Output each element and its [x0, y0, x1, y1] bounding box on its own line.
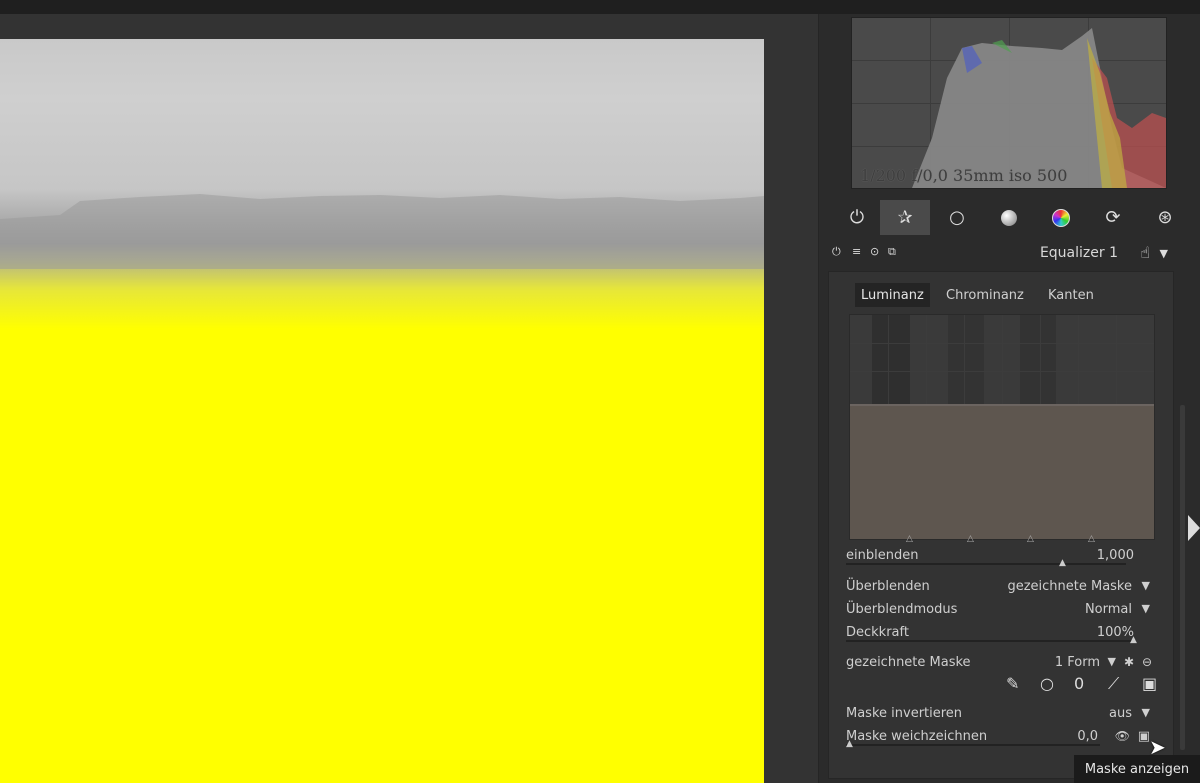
color-wheel-icon[interactable] — [1036, 200, 1086, 235]
power-icon[interactable]: ⏻ — [832, 245, 841, 259]
weichzeichnen-handle[interactable]: ▲ — [846, 739, 853, 749]
panel-scrollbar[interactable] — [1180, 405, 1185, 750]
graph-node[interactable]: △ — [967, 534, 974, 544]
circle-shape-icon[interactable]: ○ — [1040, 674, 1054, 693]
chevron-down-icon: ▼ — [1141, 602, 1150, 615]
deckkraft-handle[interactable]: ▲ — [1130, 635, 1137, 645]
chevron-down-icon: ▼ — [1141, 579, 1150, 592]
einblenden-handle[interactable]: ▲ — [1059, 558, 1066, 568]
chevron-down-icon[interactable]: ▼ — [1160, 247, 1168, 260]
deckkraft-track[interactable] — [846, 640, 1136, 642]
eye-icon[interactable]: 👁 — [1115, 729, 1130, 743]
mountain-ridge — [0, 194, 764, 269]
histogram-curves — [912, 28, 1166, 188]
tab-chrominanz[interactable]: Chrominanz — [940, 283, 1030, 307]
module-name: Equalizer 1 — [1039, 245, 1118, 261]
ueberblendmodus-select[interactable]: Überblendmodus Normal ▼ — [846, 600, 1154, 620]
pencil-icon[interactable]: ✎ — [1006, 674, 1019, 693]
menu-icon[interactable]: ≡ — [852, 245, 861, 258]
ellipse-icon[interactable]: 0 — [1074, 674, 1084, 693]
mask-hand-icon[interactable]: ☝ — [1140, 243, 1150, 262]
einblenden-track[interactable] — [846, 563, 1126, 565]
gezeichnete-maske-row[interactable]: gezeichnete Maske 1 Form ▼ ✱ ⊖ — [846, 653, 1154, 673]
remove-icon[interactable]: ⊖ — [1142, 655, 1152, 669]
star-icon[interactable]: ✰ — [880, 200, 930, 235]
ueberblenden-select[interactable]: Überblenden gezeichnete Maske ▼ — [846, 577, 1154, 597]
maske-invertieren-select[interactable]: Maske invertieren aus ▼ — [846, 704, 1154, 724]
power-icon[interactable]: ⏻ — [832, 200, 882, 235]
path-icon[interactable]: ⟋ — [1108, 674, 1119, 694]
exif-info: 1/200 f/0,0 35mm iso 500 — [860, 166, 1068, 185]
refresh-icon[interactable]: ⟳ — [1088, 200, 1138, 235]
equalizer-panel: Luminanz Chrominanz Kanten △ △ △ △ einbl… — [828, 271, 1174, 779]
chevron-down-icon: ▼ — [1141, 706, 1150, 719]
image-preview[interactable] — [0, 39, 764, 783]
tooltip: Maske anzeigen — [1074, 755, 1200, 783]
top-bar — [0, 0, 1200, 14]
brush-icon[interactable]: ✱ — [1124, 655, 1134, 669]
collapse-right-arrow-icon[interactable] — [1188, 515, 1200, 541]
module-header: ⏻ ≡ ⊙ ⧉ Equalizer 1 ☝ ▼ — [828, 242, 1174, 266]
circle-icon[interactable]: ○ — [932, 200, 982, 235]
histogram[interactable]: 1/200 f/0,0 35mm iso 500 — [851, 17, 1167, 189]
reset-icon[interactable]: ⊙ — [870, 245, 879, 258]
gradient-square-icon[interactable]: ▣ — [1142, 674, 1157, 693]
weichzeichnen-track[interactable] — [846, 744, 1100, 746]
graph-node[interactable]: △ — [1027, 534, 1034, 544]
aperture-icon[interactable]: ⊛ — [1140, 200, 1190, 235]
graph-node[interactable]: △ — [1088, 534, 1095, 544]
chevron-down-icon: ▼ — [1107, 655, 1116, 668]
mouse-cursor-icon: ➤ — [1149, 735, 1166, 759]
tab-kanten[interactable]: Kanten — [1042, 283, 1100, 307]
equalizer-graph[interactable] — [849, 314, 1155, 540]
equalizer-curve-fill — [850, 404, 1154, 539]
module-group-tabs: ⏻ ✰ ○ ⟳ ⊛ — [832, 200, 1184, 236]
graph-node[interactable]: △ — [906, 534, 913, 544]
tab-luminanz[interactable]: Luminanz — [855, 283, 930, 307]
copy-icon[interactable]: ⧉ — [888, 245, 896, 259]
gradient-circle-icon[interactable] — [984, 200, 1034, 235]
